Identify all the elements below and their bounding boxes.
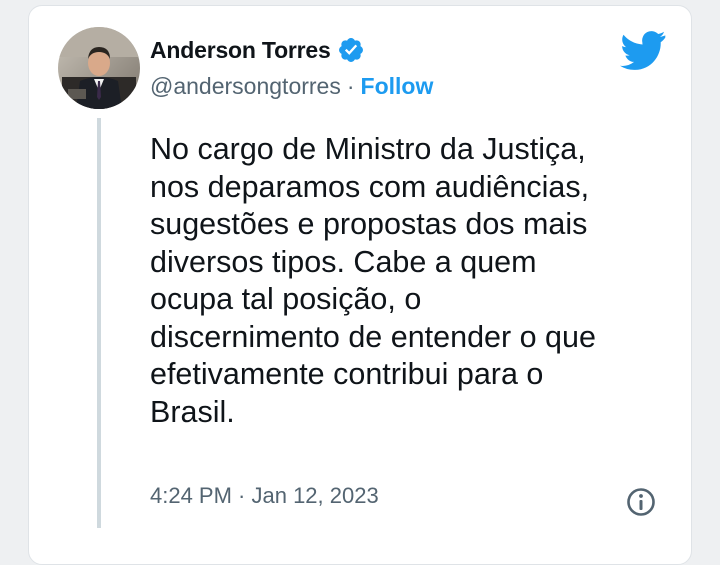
author-name-row: Anderson Torres bbox=[150, 36, 365, 64]
author-display-name[interactable]: Anderson Torres bbox=[150, 37, 331, 64]
tweet-timestamp[interactable]: 4:24 PM · Jan 12, 2023 bbox=[150, 483, 379, 509]
avatar[interactable] bbox=[58, 27, 140, 109]
verified-badge-icon bbox=[337, 36, 365, 64]
thread-line bbox=[97, 118, 101, 528]
separator-dot: · bbox=[346, 73, 355, 99]
twitter-bird-icon[interactable] bbox=[620, 30, 666, 70]
author-handle-row: @andersongtorres · Follow bbox=[150, 73, 433, 100]
info-icon[interactable] bbox=[625, 486, 657, 518]
author-handle[interactable]: @andersongtorres bbox=[150, 73, 341, 100]
follow-button[interactable]: Follow bbox=[361, 73, 434, 100]
tweet-text: No cargo de Ministro da Justiça, nos dep… bbox=[150, 132, 596, 429]
